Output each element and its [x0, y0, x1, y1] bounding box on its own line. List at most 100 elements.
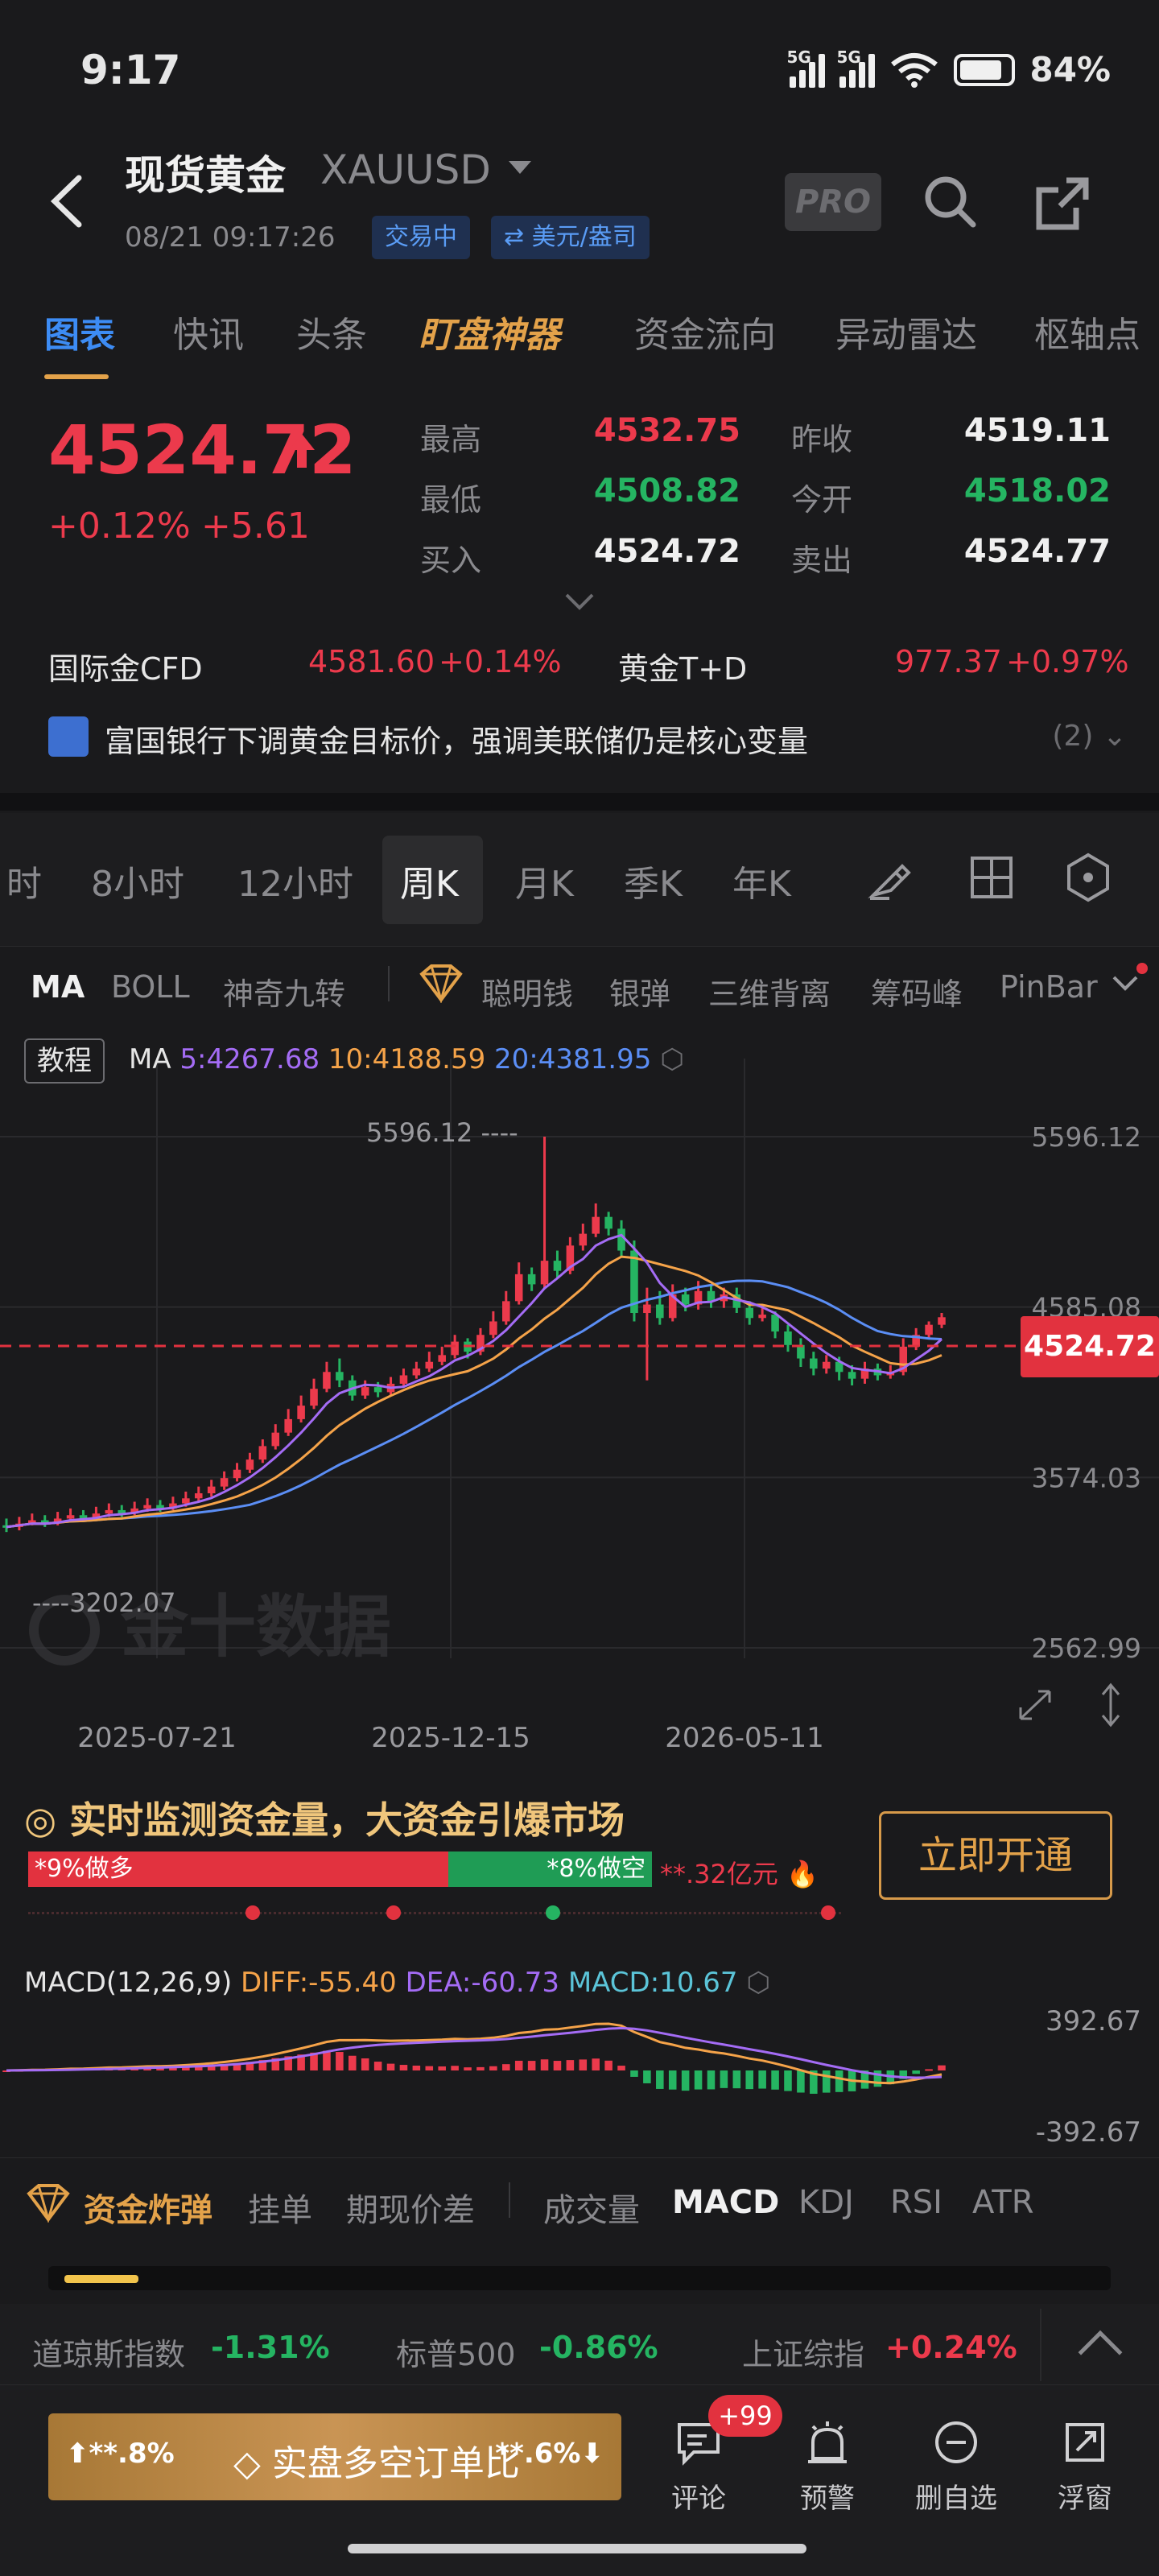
macd-bar [553, 2061, 562, 2070]
scrollbar-thumb[interactable] [64, 2275, 138, 2283]
related-name-td[interactable]: 黄金T+D [618, 644, 747, 688]
indicator-tab-td9[interactable]: 神奇九转 [223, 969, 345, 1013]
ma5-value: 5:4267.68 [179, 1043, 320, 1075]
nav-alert[interactable]: 预警 [779, 2413, 876, 2515]
indicator-tabs: MA BOLL 神奇九转 聪明钱 银弹 三维背离 筹码峰 PinBar [0, 946, 1159, 1027]
unit-toggle[interactable]: ⇄ 美元/盎司 [491, 216, 650, 259]
macd-settings-icon[interactable]: ⬡ [746, 1967, 770, 1999]
sub-tab-rsi[interactable]: RSI [890, 2184, 942, 2221]
macd-bar [438, 2066, 446, 2070]
indicator-tab-silver-bullet[interactable]: 银弹 [609, 969, 670, 1013]
indicator-tab-ma[interactable]: MA [31, 969, 85, 1005]
layout-grid-icon[interactable] [966, 852, 1017, 903]
x-tick-label: 2025-07-21 [77, 1722, 237, 1754]
candle-body [771, 1315, 779, 1332]
period-tab-12h[interactable]: 12小时 [237, 855, 353, 906]
indicator-tab-pinbar[interactable]: PinBar [1000, 969, 1098, 1005]
period-tab-month[interactable]: 月K [515, 855, 574, 906]
nav-float-window[interactable]: 浮窗 [1037, 2413, 1133, 2515]
order-ratio-button[interactable]: ⬆**.8% ◇ 实盘多空订单比 **.6%⬇ [48, 2413, 621, 2500]
candlestick-chart[interactable]: 5596.124585.083574.032562.99 2025-07-21 2… [0, 1026, 1159, 1775]
period-tab-year[interactable]: 年K [732, 855, 791, 906]
macd-bar [938, 2065, 946, 2070]
news-icon [48, 716, 89, 757]
tab-pivot-points[interactable]: 枢轴点 [1034, 306, 1140, 357]
stat-label-low: 最低 [420, 482, 482, 518]
macd-bar [373, 2062, 382, 2070]
indicator-tab-boll[interactable]: BOLL [111, 969, 190, 1005]
expand-chevron-icon[interactable] [563, 592, 596, 611]
indicator-tab-chip-peak[interactable]: 筹码峰 [871, 969, 963, 1013]
timeline-dot [821, 1905, 835, 1920]
diamond-icon [27, 2184, 70, 2223]
stat-label-prev-close: 昨收 [791, 422, 853, 457]
stat-value-bid: 4524.72 [593, 533, 740, 570]
tab-fund-flow[interactable]: 资金流向 [634, 306, 776, 357]
candle-body [681, 1294, 690, 1305]
tab-flash-news[interactable]: 快讯 [173, 306, 244, 357]
chart-grid [0, 1059, 1159, 1658]
period-tab-quarter[interactable]: 季K [624, 855, 683, 906]
sub-tab-volume[interactable]: 成交量 [543, 2184, 640, 2231]
chart-zoom-icons[interactable] [1019, 1682, 1120, 1728]
sub-tab-macd[interactable]: MACD [672, 2184, 779, 2221]
news-headline[interactable]: 富国银行下调黄金目标价，强调美联储仍是核心变量 [105, 716, 808, 761]
period-tab-week[interactable]: 周K [400, 855, 459, 906]
diamond-icon [419, 964, 463, 1003]
macd-bar [527, 2061, 536, 2070]
sub-tab-basis[interactable]: 期现价差 [346, 2184, 475, 2231]
macd-chart[interactable]: 392.67 -392.67 [0, 2004, 1159, 2149]
ma-settings-icon[interactable]: ⬡ [660, 1043, 684, 1075]
settings-hexagon-icon[interactable] [1062, 852, 1114, 903]
macd-bar [451, 2066, 459, 2070]
period-tab-8h[interactable]: 8小时 [91, 855, 184, 906]
sub-tab-atr[interactable]: ATR [972, 2184, 1033, 2221]
pro-button[interactable]: PRO [785, 173, 881, 231]
nav-remove-watchlist[interactable]: 删自选 [908, 2413, 1004, 2515]
activate-button[interactable]: 立即开通 [879, 1811, 1112, 1900]
macd-bar [323, 2050, 331, 2070]
back-button[interactable] [47, 173, 87, 229]
chevron-up-icon[interactable] [1040, 2309, 1159, 2381]
period-tab-hour[interactable]: 时 [6, 855, 42, 906]
macd-bar [361, 2058, 369, 2070]
indicator-tab-3d-divergence[interactable]: 三维背离 [708, 969, 831, 1013]
macd-bar [630, 2070, 638, 2077]
sub-tab-kdj[interactable]: KDJ [798, 2184, 854, 2221]
news-banner[interactable]: 富国银行下调黄金目标价，强调美联储仍是核心变量 (2) ⌄ [48, 708, 1127, 765]
chevron-down-icon[interactable] [509, 161, 531, 174]
change-absolute: +5.61 [201, 506, 310, 547]
candle-body [592, 1216, 600, 1234]
draw-tool-icon[interactable] [865, 852, 917, 903]
macd-bar [784, 2070, 792, 2091]
candle-body [822, 1361, 831, 1369]
ticker-change-sp500: -0.86% [539, 2330, 658, 2365]
symbol-selector[interactable]: XAUUSD [320, 147, 491, 193]
news-count[interactable]: (2) ⌄ [1052, 720, 1127, 753]
macd-y-top: 392.67 [1046, 2005, 1141, 2037]
home-indicator[interactable] [348, 2544, 806, 2553]
macd-bar [502, 2064, 510, 2070]
horizontal-scrollbar[interactable] [48, 2266, 1111, 2290]
long-ratio-bar: *9%做多 [28, 1852, 448, 1887]
tab-anomaly-radar[interactable]: 异动雷达 [835, 306, 977, 357]
macd-bar [771, 2070, 779, 2090]
main-tabs: 图表 快讯 头条 盯盘神器 资金流向 异动雷达 枢轴点 [0, 306, 1159, 370]
tab-headlines[interactable]: 头条 [296, 306, 367, 357]
tab-market-watch[interactable]: 盯盘神器 [419, 306, 560, 357]
related-name-cfd[interactable]: 国际金CFD [48, 644, 203, 688]
sub-tab-orders[interactable]: 挂单 [248, 2184, 312, 2231]
macd-bar [822, 2070, 831, 2093]
share-icon[interactable] [1034, 175, 1091, 232]
search-icon[interactable] [922, 173, 978, 229]
indicator-tab-smart-money[interactable]: 聪明钱 [481, 969, 573, 1013]
chevron-down-icon[interactable] [1109, 971, 1141, 995]
tutorial-button[interactable]: 教程 [24, 1038, 105, 1084]
candle-body [514, 1274, 523, 1302]
candle-body [245, 1459, 254, 1470]
macd-bar [912, 2070, 920, 2074]
index-ticker[interactable]: 道琼斯指数 -1.31% 标普500 -0.86% 上证综指 +0.24% [0, 2304, 1159, 2384]
candle-body [233, 1469, 241, 1479]
tab-chart[interactable]: 图表 [44, 306, 115, 357]
sub-tab-fund-bomb[interactable]: 资金炸弹 [84, 2184, 212, 2231]
